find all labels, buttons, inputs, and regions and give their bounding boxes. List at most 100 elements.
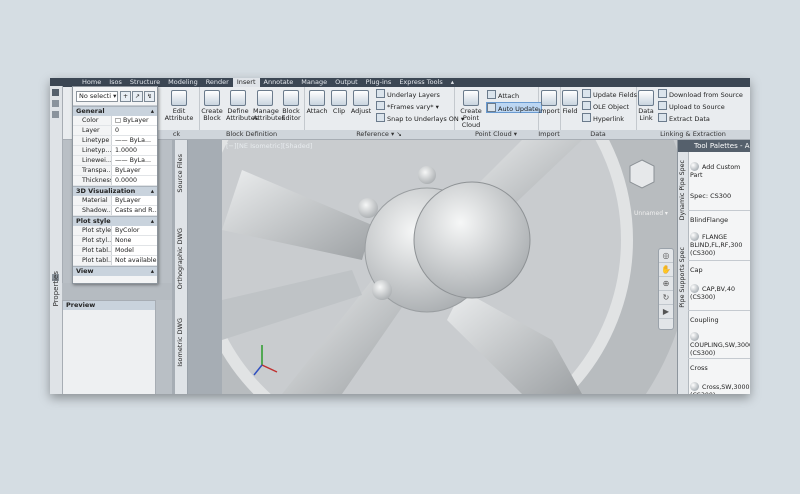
property-row[interactable]: Thickness 0.0000 — [73, 176, 157, 186]
model-viewport[interactable]: [−][NE Isometric][Shaded] Unnamed ▾ — [222, 140, 677, 394]
viewport-label[interactable]: [−][NE Isometric][Shaded] — [226, 142, 312, 150]
ole-object-button[interactable]: OLE Object — [582, 101, 629, 111]
part-coupling[interactable]: COUPLING,SW,3000 (CS300) — [690, 332, 750, 358]
import-button[interactable]: Import — [537, 90, 561, 115]
tool-palette-title: Tool Palettes - AutoC... — [678, 140, 750, 152]
property-row[interactable]: Plot tabl... Model — [73, 246, 157, 256]
property-row[interactable]: Shadow... Casts and R... — [73, 206, 157, 216]
category-cap: Cap — [690, 266, 703, 274]
property-row[interactable]: Layer 0 — [73, 126, 157, 136]
property-row[interactable]: Linetype —— ByLa... — [73, 136, 157, 146]
coupling-icon — [690, 332, 699, 341]
viewcube-label[interactable]: Unnamed ▾ — [634, 210, 668, 217]
property-row[interactable]: Transpa... ByLayer — [73, 166, 157, 176]
define-attributes-icon — [230, 90, 246, 106]
autohide-icon[interactable] — [52, 100, 59, 107]
add-custom-part-button[interactable]: Add Custom Part — [690, 162, 750, 180]
tab-dynamic-pipe-spec[interactable]: Dynamic Pipe Spec — [679, 160, 686, 220]
ribbon-minimize-icon[interactable]: ▴ — [447, 78, 458, 87]
tab-pipe-supports-spec[interactable]: Pipe Supports Spec — [679, 247, 686, 308]
tab-render[interactable]: Render — [202, 78, 233, 87]
property-value: 0.0000 — [112, 176, 157, 185]
frames-vary-dropdown[interactable]: *Frames vary* ▾ — [376, 101, 439, 111]
hyperlink-button[interactable]: Hyperlink — [582, 113, 624, 123]
cross-icon — [690, 382, 699, 391]
clip-label: Clip — [332, 107, 346, 115]
tab-annotate[interactable]: Annotate — [260, 78, 298, 87]
zoom-icon[interactable]: ⊕ — [659, 277, 673, 291]
panel-reference: Attach Clip Adjust Underlay Layers *Fram… — [304, 87, 464, 139]
upload-to-source-button[interactable]: Upload to Source — [658, 101, 725, 111]
property-name: Thickness — [73, 176, 112, 185]
property-name: Layer — [73, 126, 112, 135]
create-point-cloud-button[interactable]: Create Point Cloud — [455, 90, 487, 129]
tool-palette: Tool Palettes - AutoC... Dynamic Pipe Sp… — [677, 140, 750, 394]
property-name: Color — [73, 116, 112, 125]
edit-attribute-button[interactable]: Edit Attribute — [164, 90, 194, 122]
panel-block-definition: Create Block Define Attributes Manage At… — [199, 87, 305, 139]
data-link-label: Data Link — [638, 107, 654, 122]
clip-button[interactable]: Clip — [327, 90, 351, 115]
orbit-icon[interactable]: ↻ — [659, 291, 673, 305]
select-objects-icon[interactable]: ↗ — [132, 91, 143, 102]
property-value: —— ByLa... — [112, 136, 157, 145]
pan-icon[interactable]: ✋ — [659, 263, 673, 277]
tab-insert[interactable]: Insert — [232, 78, 260, 87]
property-row[interactable]: Linewei... —— ByLa... — [73, 156, 157, 166]
toggle-pickadd-icon[interactable]: + — [120, 91, 131, 102]
steering-wheel-icon[interactable]: ◎ — [659, 249, 673, 263]
property-row[interactable]: Plot styl... None — [73, 236, 157, 246]
showmotion-icon[interactable]: ▶ — [659, 305, 673, 319]
extract-label: Extract Data — [669, 115, 710, 123]
quick-select-icon[interactable]: ↯ — [144, 91, 155, 102]
tab-modeling[interactable]: Modeling — [164, 78, 202, 87]
panel-reference-title: Reference ▾ ↘ — [304, 130, 454, 139]
extract-data-button[interactable]: Extract Data — [658, 113, 710, 123]
tab-orthographic-dwg[interactable]: Orthographic DWG — [176, 228, 184, 289]
section-view[interactable]: View ▴ — [73, 266, 157, 276]
data-link-button[interactable]: Data Link — [636, 90, 656, 122]
property-row[interactable]: Linetyp... 1.0000 — [73, 146, 157, 156]
point-cloud-attach-button[interactable]: Attach — [487, 90, 519, 100]
close-icon[interactable] — [52, 89, 59, 96]
define-attributes-button[interactable]: Define Attributes — [226, 90, 258, 122]
part-cap[interactable]: CAP,BV,40 (CS300) — [690, 284, 750, 302]
tab-manage[interactable]: Manage — [297, 78, 331, 87]
property-row[interactable]: Plot tabl... Not available — [73, 256, 157, 266]
selection-dropdown[interactable]: No selecti ▾ — [76, 91, 118, 102]
tab-express-tools[interactable]: Express Tools — [395, 78, 446, 87]
manage-attributes-button[interactable]: Manage Attributes — [253, 90, 285, 122]
collapse-icon: ▴ — [150, 187, 154, 195]
screenshot-frame: Home Isos Structure Modeling Render Inse… — [50, 78, 750, 394]
part-blind-flange[interactable]: FLANGE BLIND,FL,RF,300 (CS300) — [690, 232, 748, 258]
section-general[interactable]: General ▴ — [73, 106, 157, 116]
underlay-layers-button[interactable]: Underlay Layers — [376, 89, 440, 99]
section-plot-style[interactable]: Plot style ▴ — [73, 216, 157, 226]
attach-button[interactable]: Attach — [305, 90, 329, 115]
tab-output[interactable]: Output — [331, 78, 362, 87]
upload-label: Upload to Source — [669, 103, 725, 111]
part-cross[interactable]: Cross,SW,3000 (CS300) — [690, 382, 750, 394]
block-editor-button[interactable]: Block Editor — [279, 90, 303, 122]
auto-update-button[interactable]: Auto Update — [486, 102, 542, 113]
tab-isometric-dwg[interactable]: Isometric DWG — [176, 318, 184, 367]
section-3d-visualization[interactable]: 3D Visualization ▴ — [73, 186, 157, 196]
create-block-button[interactable]: Create Block — [200, 90, 224, 122]
update-fields-button[interactable]: Update Fields — [582, 89, 637, 99]
properties-menu-icon[interactable] — [52, 111, 59, 118]
section-3d-title: 3D Visualization — [76, 187, 136, 195]
property-row[interactable]: Plot style ByColor — [73, 226, 157, 236]
download-from-source-button[interactable]: Download from Source — [658, 89, 743, 99]
clip-icon — [331, 90, 347, 106]
panel-block-definition-title: Block Definition — [199, 130, 304, 139]
property-name: Linewei... — [73, 156, 112, 165]
import-label: Import — [538, 107, 560, 115]
panel-point-cloud-title-text: Point Cloud — [474, 130, 512, 138]
tab-source-files[interactable]: Source Files — [176, 154, 184, 193]
field-button[interactable]: Field — [560, 90, 580, 115]
tab-plugins[interactable]: Plug-ins — [362, 78, 396, 87]
adjust-button[interactable]: Adjust — [349, 90, 373, 115]
snap-underlays-dropdown[interactable]: Snap to Underlays ON ▾ — [376, 113, 464, 123]
property-row[interactable]: Material ByLayer — [73, 196, 157, 206]
property-row[interactable]: Color □ ByLayer — [73, 116, 157, 126]
